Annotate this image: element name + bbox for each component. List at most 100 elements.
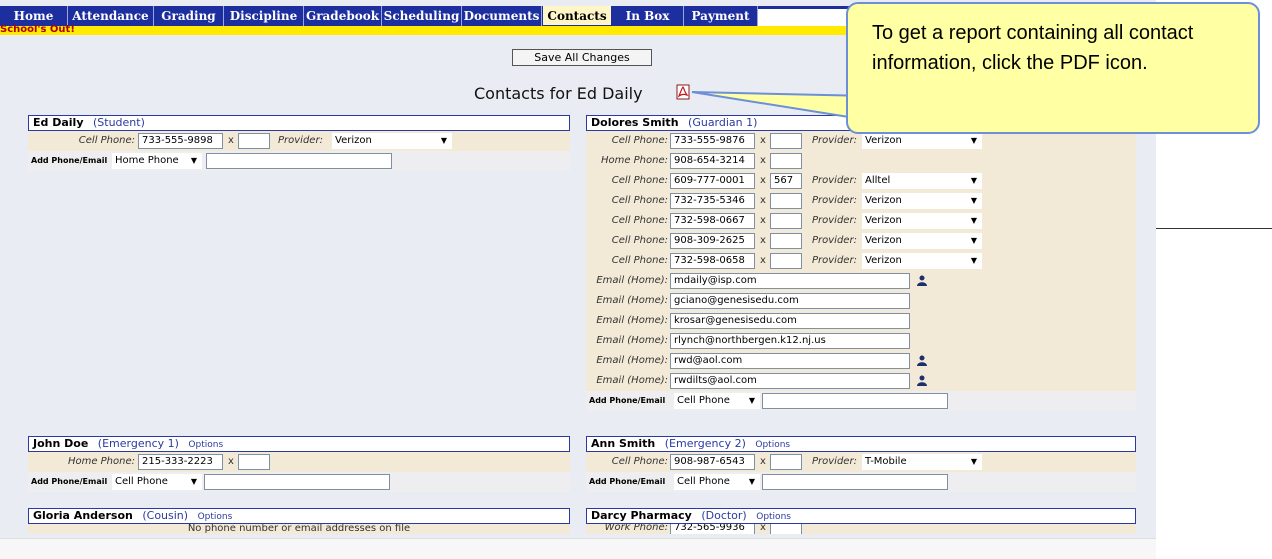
phone-number-input[interactable]: 732-565-9936 [670,524,755,534]
phone-number-input[interactable]: 908-987-6543 [670,454,755,470]
email-row: Email (Home): gciano@genesisedu.com [586,291,1136,311]
contact-name: Ann Smith [591,437,656,450]
nav-tab-gradebook[interactable]: Gradebook [304,6,382,26]
phone-number-input[interactable]: 908-654-3214 [670,153,755,169]
ext-input[interactable] [770,213,802,229]
nav-tab-scheduling[interactable]: Scheduling [382,6,462,26]
nav-tab-attendance[interactable]: Attendance [68,6,154,26]
provider-select[interactable]: Verizon ▼ [862,193,982,209]
provider-label: Provider: [812,235,857,246]
ext-input[interactable] [770,233,802,249]
add-type-select[interactable]: Cell Phone ▼ [674,393,760,409]
provider-select[interactable]: Verizon ▼ [862,213,982,229]
phone-number-input[interactable]: 609-777-0001 [670,173,755,189]
add-value-input[interactable] [762,474,948,490]
provider-select[interactable]: T-Mobile ▼ [862,454,982,470]
nav-tab-payment[interactable]: Payment [684,6,758,26]
contact-role[interactable]: (Guardian 1) [688,116,757,129]
person-icon[interactable] [916,274,928,286]
email-address-input[interactable]: rwdilts@aol.com [670,373,910,389]
phone-number-input[interactable]: 732-598-0667 [670,213,755,229]
pdf-icon[interactable] [676,84,690,100]
email-row: Email (Home): rlynch@northbergen.k12.nj.u… [586,331,1136,351]
add-type-select[interactable]: Cell Phone ▼ [112,474,202,490]
ext-input[interactable] [770,524,802,534]
ext-input[interactable] [238,133,270,149]
options-link[interactable]: Options [756,512,791,522]
contact-role[interactable]: (Doctor) [701,509,746,522]
email-address-input[interactable]: mdaily@isp.com [670,273,910,289]
contact-role[interactable]: (Emergency 1) [98,437,179,450]
phone-number-input[interactable]: 732-598-0658 [670,253,755,269]
phone-row: Cell Phone: 732-735-5346 x Provider: Verizon… [586,191,1136,211]
email-address-input[interactable]: gciano@genesisedu.com [670,293,910,309]
phone-number-input[interactable]: 215-333-2223 [138,454,223,470]
phone-number-input[interactable]: 732-735-5346 [670,193,755,209]
chevron-down-icon: ▼ [970,457,977,466]
ext-input[interactable] [770,253,802,269]
options-link[interactable]: Options [188,440,223,450]
add-type-select[interactable]: Cell Phone ▼ [674,474,760,490]
ext-separator: x [760,175,766,186]
nav-tab-documents[interactable]: Documents [462,6,542,26]
ext-input[interactable] [770,193,802,209]
ext-input[interactable] [770,133,802,149]
phone-number-input[interactable]: 733-555-9898 [138,133,223,149]
provider-select[interactable]: Verizon ▼ [862,133,982,149]
add-value-input[interactable] [762,393,948,409]
phone-label: Cell Phone: [611,456,668,467]
email-address-input[interactable]: rlynch@northbergen.k12.nj.us [670,333,910,349]
provider-select[interactable]: Verizon ▼ [862,253,982,269]
contact-role[interactable]: (Emergency 2) [665,437,746,450]
provider-value: Verizon [865,235,902,246]
provider-value: Verizon [335,135,372,146]
contact-name: John Doe [33,437,89,450]
add-value-input[interactable] [206,153,392,169]
phone-row: Cell Phone: 908-987-6543 x Provider: T-M… [586,452,1136,472]
person-icon[interactable] [916,374,928,386]
nav-tab-in-box[interactable]: In Box [612,6,684,26]
email-address-input[interactable]: krosar@genesisedu.com [670,313,910,329]
phone-number-input[interactable]: 733-555-9876 [670,133,755,149]
phone-number-input[interactable]: 908-309-2625 [670,233,755,249]
phone-label: Cell Phone: [611,235,668,246]
chevron-down-icon: ▼ [748,477,755,486]
email-label: Email (Home): [596,375,668,386]
provider-select[interactable]: Verizon ▼ [862,233,982,249]
ext-input[interactable] [770,454,802,470]
contact-role[interactable]: (Cousin) [142,509,188,522]
contact-body: No phone number or email addresses on fi… [28,524,570,534]
person-icon[interactable] [916,354,928,366]
nav-tab-contacts[interactable]: Contacts [542,6,612,26]
options-link[interactable]: Options [755,440,790,450]
email-label: Email (Home): [596,315,668,326]
provider-select[interactable]: Alltel ▼ [862,173,982,189]
nav-tab-discipline[interactable]: Discipline [224,6,304,26]
phone-row: Cell Phone: 908-309-2625 x Provider: Verizon… [586,231,1136,251]
phone-row: Cell Phone: 732-598-0667 x Provider: Verizon… [586,211,1136,231]
provider-label: Provider: [812,195,857,206]
provider-label: Provider: [812,135,857,146]
phone-row: Cell Phone: 732-598-0658 x Provider: Verizon… [586,251,1136,271]
provider-select[interactable]: Verizon ▼ [332,133,452,149]
ext-separator: x [760,195,766,206]
add-type-value: Cell Phone [677,476,730,487]
add-type-select[interactable]: Home Phone ▼ [112,153,202,169]
phone-label: Cell Phone: [611,195,668,206]
contact-panel-student: Ed Daily (Student) Cell Phone: 733-555-9… [28,115,570,171]
options-link[interactable]: Options [198,512,233,522]
save-all-changes-button[interactable]: Save All Changes [512,49,652,66]
add-value-input[interactable] [204,474,390,490]
add-phone-email-row: Add Phone/Email Cell Phone ▼ [28,472,570,492]
ext-input[interactable] [238,454,270,470]
contact-body: Home Phone: 215-333-2223 x Add Phone/Ema… [28,452,570,492]
contact-role[interactable]: (Student) [93,116,145,129]
ext-input[interactable] [770,153,802,169]
nav-tab-home[interactable]: Home [0,6,68,26]
nav-tab-grading[interactable]: Grading [154,6,224,26]
contact-panel-doctor: Darcy Pharmacy (Doctor) Options Work Pho… [586,508,1136,534]
email-address-input[interactable]: rwd@aol.com [670,353,910,369]
ext-separator: x [760,456,766,467]
ext-input[interactable]: 567 [770,173,802,189]
phone-row: Work Phone: 732-565-9936 x [586,524,1136,534]
